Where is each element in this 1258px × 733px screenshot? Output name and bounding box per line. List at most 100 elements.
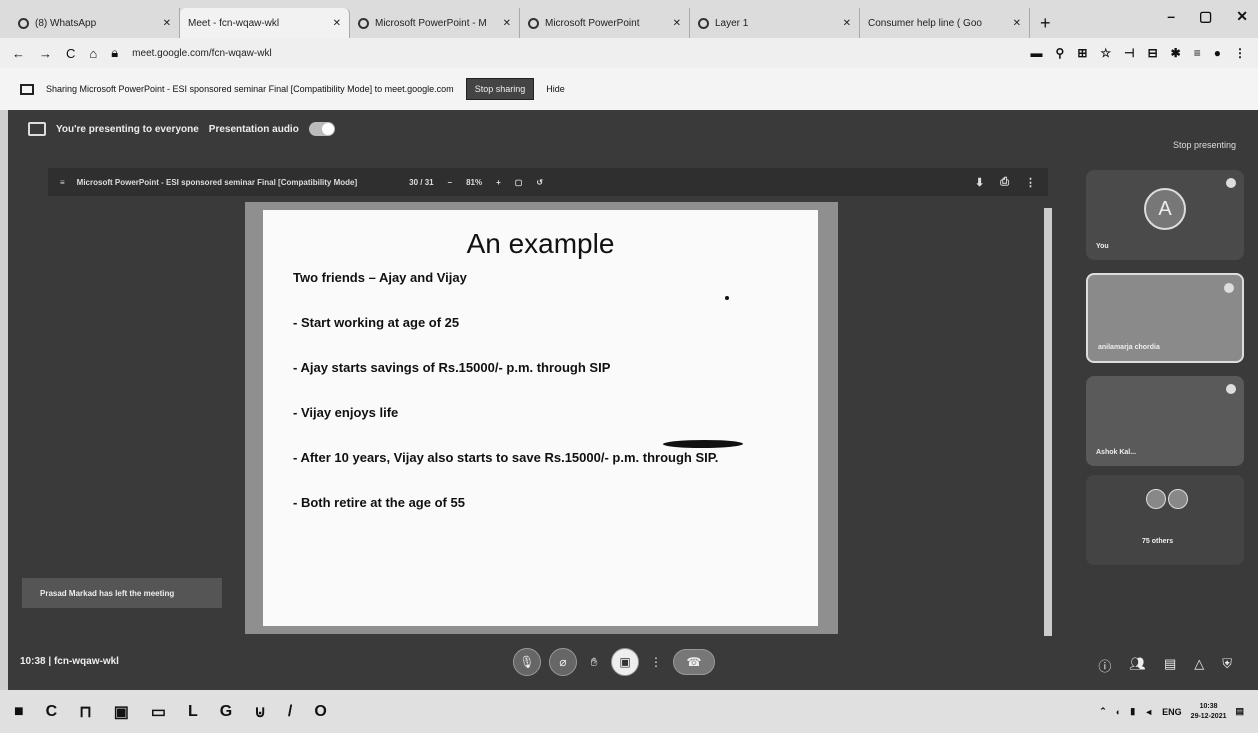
menu-icon[interactable]: ≡ (60, 178, 65, 187)
tab-label: Meet - fcn-wqaw-wkl (188, 17, 280, 29)
download-icon[interactable]: ⬇ (975, 176, 984, 189)
app-icon[interactable]: L (188, 703, 198, 721)
cast-icon[interactable]: ▬ (1031, 46, 1043, 60)
tablet-icon[interactable]: ⊟ (1148, 46, 1158, 60)
fit-page-icon[interactable]: ▢ (515, 178, 523, 187)
slide-subtitle: Two friends – Ajay and Vijay (293, 270, 467, 285)
zoom-out-icon[interactable]: – (448, 178, 452, 187)
new-tab-button[interactable]: + (1030, 8, 1061, 38)
more-options-icon[interactable]: ⋮ (647, 653, 665, 671)
chrome-icon (528, 17, 539, 29)
chrome-icon (698, 17, 709, 29)
forward-icon[interactable]: → (39, 46, 52, 61)
close-icon[interactable]: ✕ (1013, 18, 1021, 29)
meeting-info: 10:38 | fcn-wqaw-wkl (20, 656, 119, 667)
notification-icon[interactable]: ▤ (1235, 706, 1244, 717)
hide-button[interactable]: Hide (546, 84, 565, 94)
back-icon[interactable]: ← (12, 46, 25, 61)
stop-presenting-button[interactable]: Stop presenting (1173, 140, 1236, 150)
reload-icon[interactable]: C (66, 46, 75, 61)
close-window-icon[interactable]: ✕ (1236, 8, 1248, 25)
task-view-icon[interactable]: ⊓ (79, 702, 91, 722)
audio-toggle[interactable] (308, 122, 335, 136)
queue-icon[interactable]: ≡ (1194, 46, 1201, 60)
meeting-code: fcn-wqaw-wkl (53, 656, 119, 667)
whatsapp-icon (18, 17, 29, 29)
home-icon[interactable]: ⌂ (89, 46, 97, 61)
browser-toolbar-icons: ▬ ⚲ ⊞ ☆ ⊣ ⊟ ✱ ≡ ● ⋮ (1031, 46, 1246, 60)
mic-icon[interactable]: 🎙︎ (513, 648, 541, 676)
stop-sharing-button[interactable]: Stop sharing (465, 78, 535, 100)
pin-icon[interactable] (1224, 283, 1234, 293)
call-controls: 🎙︎ ⌀ ✋︎ ▣ ⋮ ☎︎ (513, 648, 715, 676)
tab-youtube[interactable]: Consumer help line ( Goo ✕ (8, 8, 1030, 121)
ink-mark (661, 440, 745, 448)
print-icon[interactable]: ⎙ (1000, 176, 1009, 189)
sidebar-icon[interactable]: ⊣ (1124, 46, 1134, 60)
rotate-icon[interactable]: ↺ (536, 178, 543, 187)
extensions-icon[interactable]: ✱ (1171, 46, 1181, 60)
more-icon[interactable]: ⋮ (1025, 176, 1036, 189)
scrollbar[interactable] (1044, 208, 1052, 636)
star-icon[interactable]: ☆ (1100, 46, 1111, 60)
more-options-icon[interactable] (1226, 178, 1236, 188)
end-call-icon[interactable]: ☎︎ (673, 649, 715, 675)
chrome-icon[interactable]: G (220, 703, 232, 721)
network-icon[interactable]: ◐ (1116, 707, 1121, 717)
pointer-dot (725, 296, 729, 300)
minimize-icon[interactable]: – (1167, 8, 1175, 25)
maximize-icon[interactable]: ▢ (1199, 8, 1212, 25)
pen-icon[interactable]: / (288, 703, 292, 721)
info-icon[interactable]: ⓘ (1098, 656, 1111, 675)
close-icon[interactable]: ✕ (163, 18, 171, 29)
zoom-in-icon[interactable]: + (496, 178, 501, 187)
side-controls: ⓘ 👥︎ ▤ △ ⛨ (1098, 656, 1232, 675)
raise-hand-icon[interactable]: ✋︎ (585, 653, 603, 671)
ppt-controls: 30 / 31 – 81% + ▢ ↺ (409, 178, 543, 187)
present-screen-icon[interactable]: ▣ (611, 648, 639, 676)
window-controls: – ▢ ✕ (1167, 8, 1248, 25)
people-icon[interactable]: 👥︎ (1129, 656, 1146, 675)
camera-off-icon[interactable]: ⌀ (549, 648, 577, 676)
notification-toast: Prasad Markad has left the meeting (22, 578, 222, 608)
search-icon[interactable]: C (46, 703, 58, 721)
chat-icon[interactable]: ▤ (1164, 656, 1176, 675)
tab-meet[interactable]: Meet - fcn-wqaw-wkl ✕ (8, 8, 350, 121)
app-icon[interactable]: ▣ (114, 702, 129, 722)
folder-icon[interactable]: ▭ (151, 702, 166, 722)
participant-tile[interactable]: anilamarja chordia (1086, 273, 1244, 363)
lang-indicator[interactable]: ENG (1162, 707, 1182, 717)
participant-tile-you[interactable]: A You (1086, 170, 1244, 260)
chevron-up-icon[interactable]: ⌃ (1099, 706, 1107, 717)
opera-icon[interactable]: O (314, 703, 326, 721)
slide-bullet: - After 10 years, Vijay also starts to s… (293, 450, 719, 465)
volume-icon[interactable]: ◄ (1144, 707, 1153, 717)
participant-tile[interactable]: Ashok Kal... (1086, 376, 1244, 466)
url-field[interactable]: meet.google.com/fcn-wqaw-wkl (132, 48, 272, 59)
powerpoint-window-header: ≡ Microsoft PowerPoint - ESI sponsored s… (48, 168, 1048, 196)
close-icon[interactable]: ✕ (333, 18, 341, 29)
ppt-actions: ⬇ ⎙ ⋮ (975, 176, 1036, 189)
others-tile[interactable]: 75 others (1086, 475, 1244, 565)
tab-powerpoint-2[interactable]: Microsoft PowerPoint ✕ (520, 8, 690, 38)
translate-icon[interactable]: ⊞ (1077, 46, 1087, 60)
tab-powerpoint-1[interactable]: Microsoft PowerPoint - M ✕ (350, 8, 520, 38)
menu-icon[interactable]: ⋮ (1234, 46, 1246, 60)
start-icon[interactable]: ■ (14, 703, 24, 721)
audio-label: Presentation audio (208, 123, 299, 135)
meet-stage: You're presenting to everyone Presentati… (8, 110, 1258, 690)
activities-icon[interactable]: △ (1194, 656, 1204, 675)
close-icon[interactable]: ✕ (843, 18, 851, 29)
security-icon[interactable]: ⛨ (1222, 656, 1232, 675)
close-icon[interactable]: ✕ (503, 18, 511, 29)
slide: An example Two friends – Ajay and Vijay … (263, 210, 818, 626)
zoom-icon[interactable]: ⚲ (1056, 46, 1065, 60)
tab-layer[interactable]: Layer 1 ✕ (690, 8, 860, 38)
battery-icon[interactable]: ▮ (1130, 706, 1135, 717)
tab-whatsapp[interactable]: (8) WhatsApp ✕ (10, 8, 180, 38)
more-options-icon[interactable] (1226, 384, 1236, 394)
profile-icon[interactable]: ● (1214, 46, 1221, 60)
clock[interactable]: 10:38 29-12-2021 (1191, 702, 1227, 722)
close-icon[interactable]: ✕ (673, 18, 681, 29)
app-icon[interactable]: ⊍ (254, 702, 266, 722)
